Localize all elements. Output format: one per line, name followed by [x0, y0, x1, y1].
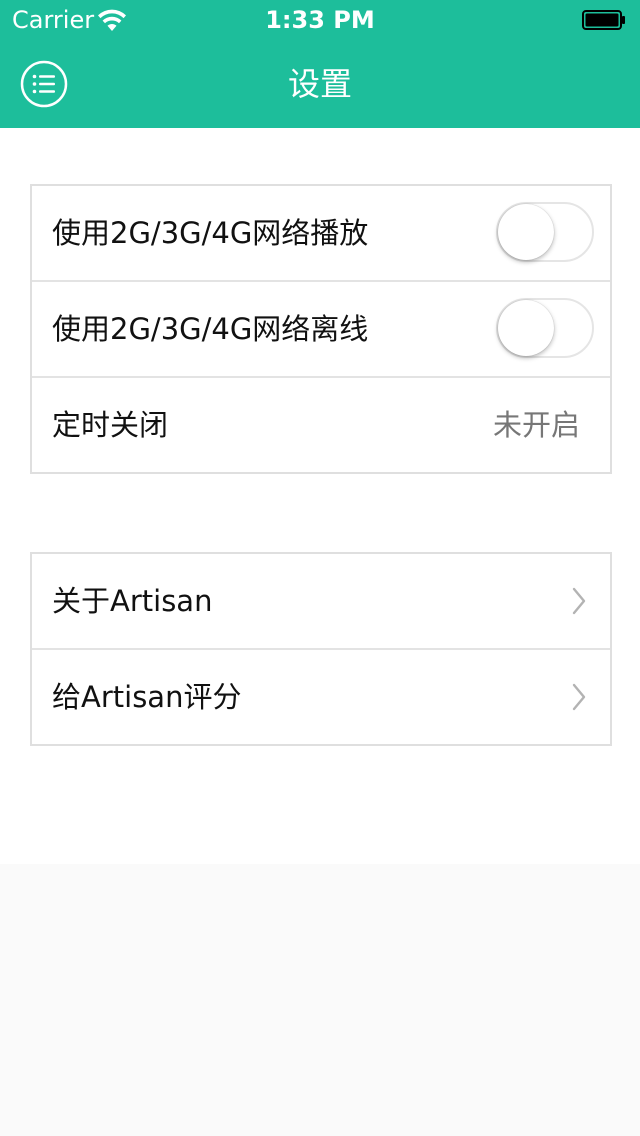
- toggle-knob: [498, 204, 554, 260]
- setting-label: 给Artisan评分: [52, 680, 242, 714]
- toggle-knob: [498, 300, 554, 356]
- cellular-offline-toggle[interactable]: [496, 298, 594, 358]
- header: Carrier 1:33 PM 设置: [0, 0, 640, 128]
- settings-content: 使用2G/3G/4G网络播放 使用2G/3G/4G网络离线 定时关闭 未开启 关…: [0, 128, 640, 864]
- network-settings-group: 使用2G/3G/4G网络播放 使用2G/3G/4G网络离线 定时关闭 未开启: [30, 184, 612, 474]
- chevron-right-icon: [572, 683, 586, 711]
- setting-row-sleep-timer[interactable]: 定时关闭 未开启: [32, 378, 610, 472]
- navigation-bar: 设置: [0, 40, 640, 128]
- battery-icon: [582, 10, 626, 30]
- setting-label: 定时关闭: [52, 408, 169, 442]
- status-bar: Carrier 1:33 PM: [0, 0, 640, 40]
- cellular-playback-toggle[interactable]: [496, 202, 594, 262]
- sleep-timer-value: 未开启: [492, 408, 580, 442]
- setting-label: 关于Artisan: [52, 584, 213, 618]
- setting-row-about[interactable]: 关于Artisan: [32, 554, 610, 650]
- status-time: 1:33 PM: [265, 6, 375, 34]
- setting-row-cellular-offline: 使用2G/3G/4G网络离线: [32, 282, 610, 378]
- settings-screen: Carrier 1:33 PM 设置 使用2G/3G/4G网络播放 使用2G/3…: [0, 0, 640, 1136]
- setting-label: 使用2G/3G/4G网络离线: [52, 312, 369, 346]
- about-group: 关于Artisan 给Artisan评分: [30, 552, 612, 746]
- setting-row-cellular-playback: 使用2G/3G/4G网络播放: [32, 186, 610, 282]
- page-title: 设置: [287, 65, 352, 103]
- setting-row-rate[interactable]: 给Artisan评分: [32, 650, 610, 744]
- setting-label: 使用2G/3G/4G网络播放: [52, 216, 369, 250]
- chevron-right-icon: [572, 587, 586, 615]
